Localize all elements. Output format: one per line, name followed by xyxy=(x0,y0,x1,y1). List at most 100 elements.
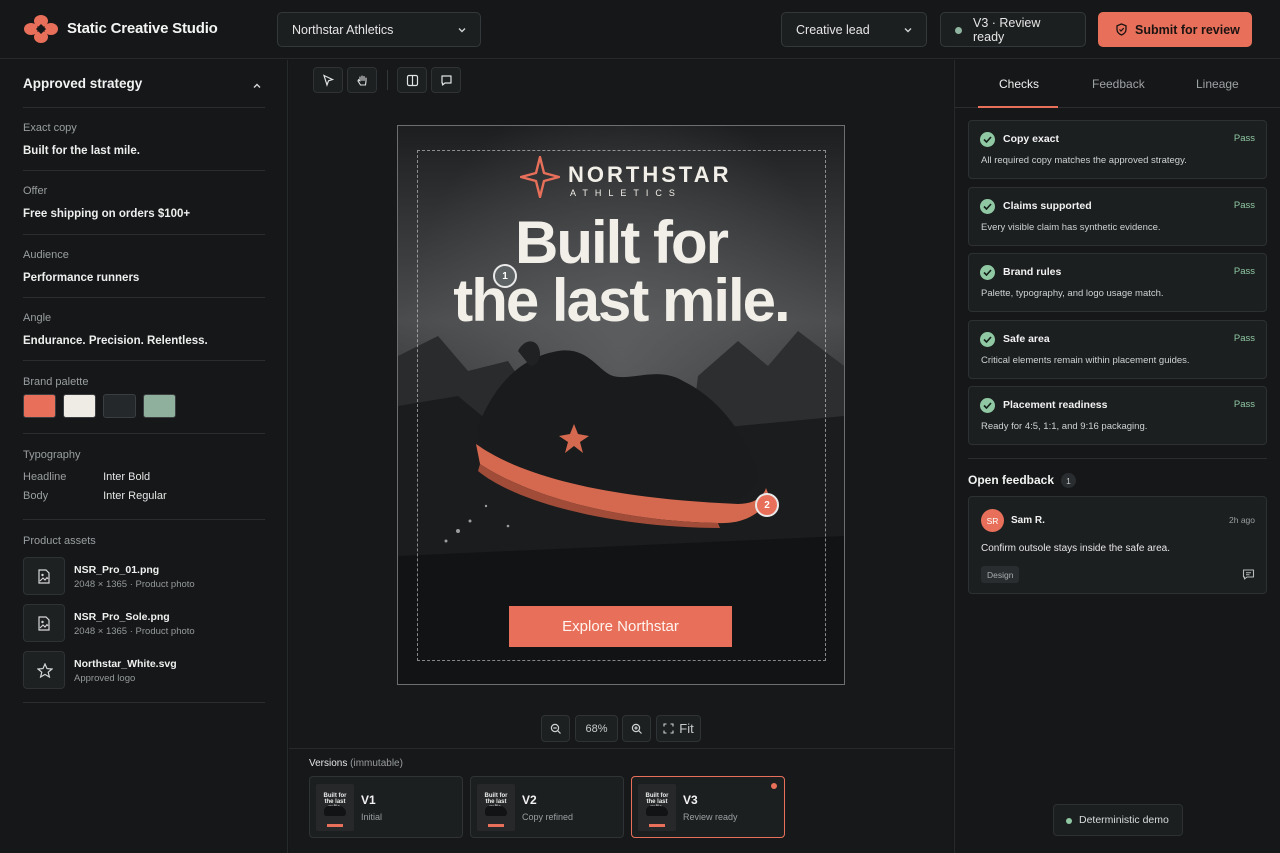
client-select[interactable]: Northstar Athletics xyxy=(277,12,481,47)
tab-checks[interactable]: Checks xyxy=(999,77,1039,91)
check-card[interactable]: Placement readiness Pass Ready for 4:5, … xyxy=(968,386,1267,445)
strategy-panel: Approved strategy Exact copy Built for t… xyxy=(0,60,288,853)
check-title: Safe area xyxy=(1003,333,1050,345)
strategy-header[interactable]: Approved strategy xyxy=(23,76,265,108)
current-version-dot xyxy=(771,783,777,789)
asset-meta: 2048 × 1365 · Product photo xyxy=(74,626,195,637)
asset-thumb xyxy=(23,651,65,689)
asset-item[interactable]: NSR_Pro_Sole.png 2048 × 1365 · Product p… xyxy=(23,604,265,642)
palette-swatch[interactable] xyxy=(23,394,56,418)
select-tool-button[interactable] xyxy=(313,67,343,93)
comment-tool-button[interactable] xyxy=(431,67,461,93)
check-card[interactable]: Safe area Pass Critical elements remain … xyxy=(968,320,1267,379)
typography-font: Inter Regular xyxy=(103,490,167,502)
tab-lineage[interactable]: Lineage xyxy=(1196,77,1239,91)
comment-tag[interactable]: Design xyxy=(981,566,1020,583)
shoe-thumb-icon xyxy=(485,806,507,816)
client-select-label: Northstar Athletics xyxy=(292,22,394,37)
asset-thumb xyxy=(23,604,65,642)
cursor-icon xyxy=(323,74,335,87)
logo-icon xyxy=(24,15,58,43)
check-title: Copy exact xyxy=(1003,133,1060,145)
asset-item[interactable]: NSR_Pro_01.png 2048 × 1365 · Product pho… xyxy=(23,557,265,595)
typography-font: Inter Bold xyxy=(103,471,151,483)
check-title: Placement readiness xyxy=(1003,399,1108,411)
feedback-comment-card[interactable]: SR Sam R. 2h ago Confirm outsole stays i… xyxy=(968,496,1267,594)
thumb-cta-bar xyxy=(488,824,504,827)
role-select[interactable]: Creative lead xyxy=(781,12,927,47)
zoom-level[interactable]: 68% xyxy=(575,715,618,742)
check-title: Claims supported xyxy=(1003,200,1092,212)
comment-time: 2h ago xyxy=(1229,515,1255,525)
deterministic-demo-badge[interactable]: Deterministic demo xyxy=(1053,804,1183,836)
palette-swatch[interactable] xyxy=(63,394,96,418)
tab-feedback[interactable]: Feedback xyxy=(1092,77,1145,91)
zoom-in-icon xyxy=(631,723,642,734)
app-title: Static Creative Studio xyxy=(67,20,218,37)
image-file-icon xyxy=(38,569,50,584)
typography-row: Headline Inter Bold xyxy=(23,471,150,483)
shield-icon xyxy=(1116,23,1127,36)
version-card-v3[interactable]: Built for the last mile. V3 Review ready xyxy=(631,776,785,838)
palette-swatch[interactable] xyxy=(103,394,136,418)
annotation-marker-2[interactable]: 2 xyxy=(755,493,779,517)
annotation-marker-1[interactable]: 1 xyxy=(493,264,517,288)
cta-button[interactable]: Explore Northstar xyxy=(509,606,732,647)
check-desc: Palette, typography, and logo usage matc… xyxy=(981,288,1164,299)
check-result: Pass xyxy=(1233,399,1255,410)
hand-icon xyxy=(357,75,367,86)
asset-meta: 2048 × 1365 · Product photo xyxy=(74,579,195,590)
submit-for-review-button[interactable]: Submit for review xyxy=(1098,12,1252,47)
check-result: Pass xyxy=(1233,266,1255,277)
version-card-v2[interactable]: Built for the last mile. V2 Copy refined xyxy=(470,776,624,838)
version-thumbnail: Built for the last mile. xyxy=(316,784,354,831)
asset-name: NSR_Pro_01.png xyxy=(74,564,160,576)
chevron-up-icon[interactable] xyxy=(251,80,263,92)
open-feedback-title: Open feedback xyxy=(968,473,1055,487)
typography-section: Typography xyxy=(23,449,265,520)
shoe-thumb-icon xyxy=(324,806,346,816)
check-circle-icon xyxy=(980,265,995,280)
version-sub: Copy refined xyxy=(522,812,574,822)
assets-label: Product assets xyxy=(23,535,96,547)
version-thumbnail: Built for the last mile. xyxy=(638,784,676,831)
demo-label: Deterministic demo xyxy=(1079,814,1169,826)
typography-label: Typography xyxy=(23,449,81,461)
check-card[interactable]: Brand rules Pass Palette, typography, an… xyxy=(968,253,1267,312)
reply-icon[interactable] xyxy=(1242,568,1255,581)
hand-tool-button[interactable] xyxy=(347,67,377,93)
status-dot-icon xyxy=(955,27,962,34)
split-view-button[interactable] xyxy=(397,67,427,93)
fit-button[interactable]: Fit xyxy=(656,715,701,742)
comment-text: Confirm outsole stays inside the safe ar… xyxy=(981,543,1170,554)
northstar-logo-icon xyxy=(520,156,560,198)
check-circle-icon xyxy=(980,199,995,214)
asset-item[interactable]: Northstar_White.svg Approved logo xyxy=(23,651,265,689)
field-value: Built for the last mile. xyxy=(23,145,140,157)
version-status-pill[interactable]: V3 · Review ready xyxy=(940,12,1086,47)
field-value: Performance runners xyxy=(23,272,140,284)
zoom-in-button[interactable] xyxy=(622,715,651,742)
thumb-cta-bar xyxy=(327,824,343,827)
palette-swatch[interactable] xyxy=(143,394,176,418)
check-desc: Every visible claim has synthetic eviden… xyxy=(981,222,1161,233)
palette-swatches xyxy=(23,394,176,418)
submit-label: Submit for review xyxy=(1135,22,1240,37)
check-circle-icon xyxy=(980,398,995,413)
version-sub: Review ready xyxy=(683,812,738,822)
top-bar: Static Creative Studio Northstar Athleti… xyxy=(0,0,1280,59)
check-title: Brand rules xyxy=(1003,266,1062,278)
version-card-v1[interactable]: Built for the last mile. V1 Initial xyxy=(309,776,463,838)
avatar: SR xyxy=(981,509,1004,532)
check-desc: Critical elements remain within placemen… xyxy=(981,355,1190,366)
versions-title-label: Versions xyxy=(309,758,348,769)
versions-note: (immutable) xyxy=(350,758,403,769)
check-card[interactable]: Copy exact Pass All required copy matche… xyxy=(968,120,1267,179)
field-label: Audience xyxy=(23,249,69,261)
zoom-out-button[interactable] xyxy=(541,715,570,742)
ad-headline[interactable]: Built for the last mile. xyxy=(398,213,844,331)
ad-artboard[interactable]: NORTHSTAR ATHLETICS Built for the last m… xyxy=(397,125,845,685)
check-card[interactable]: Claims supported Pass Every visible clai… xyxy=(968,187,1267,246)
version-thumbnail: Built for the last mile. xyxy=(477,784,515,831)
palette-label: Brand palette xyxy=(23,376,89,388)
